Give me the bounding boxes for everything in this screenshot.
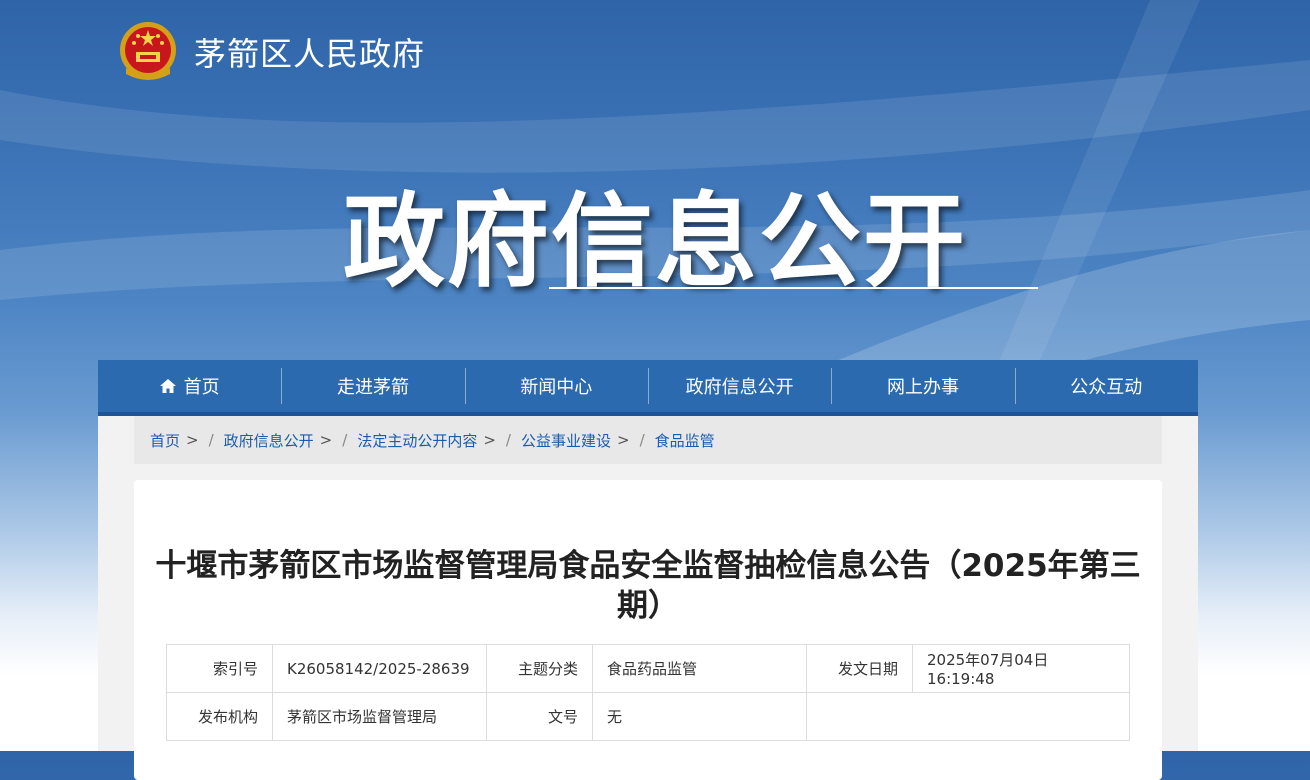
meta-org-value: 茅箭区市场监督管理局 <box>272 692 487 741</box>
meta-org-label: 发布机构 <box>166 692 273 741</box>
nav-item-label: 政府信息公开 <box>685 377 794 398</box>
meta-date-label: 发文日期 <box>806 644 913 693</box>
breadcrumb-home[interactable]: 首页 <box>150 430 180 451</box>
breadcrumb-divider: / <box>208 431 214 449</box>
nav-item-interaction[interactable]: 公众互动 <box>1014 360 1198 412</box>
article-meta-table: 索引号 K26058142/2025-28639 主题分类 食品药品监管 发文日… <box>166 644 1130 741</box>
breadcrumb-separator: > <box>616 431 630 449</box>
nav-item-label: 走进茅箭 <box>336 377 409 398</box>
site-brand[interactable]: 茅箭区人民政府 <box>118 20 425 84</box>
nav-item-gov-info[interactable]: 政府信息公开 <box>647 360 831 412</box>
nav-item-home[interactable]: 首页 <box>98 360 281 412</box>
home-icon <box>159 379 176 393</box>
meta-doc-value: 无 <box>592 692 807 741</box>
nav-item-label: 首页 <box>183 377 220 398</box>
breadcrumb-divider: / <box>505 431 511 449</box>
breadcrumb-gov-info[interactable]: 政府信息公开 <box>224 430 314 451</box>
article-panel: 十堰市茅箭区市场监督管理局食品安全监督抽检信息公告（2025年第三期） 索引号 … <box>134 480 1162 780</box>
breadcrumb-separator: > <box>319 431 333 449</box>
breadcrumb-divider: / <box>342 431 348 449</box>
nav-item-label: 公众互动 <box>1070 377 1143 398</box>
content-area: 首页 > / 政府信息公开 > / 法定主动公开内容 > / 公益事业建设 > … <box>98 416 1198 780</box>
nav-item-label: 新闻中心 <box>520 377 593 398</box>
table-row: 发布机构 茅箭区市场监督管理局 文号 无 <box>166 692 1130 741</box>
meta-index-label: 索引号 <box>166 644 273 693</box>
meta-index-value: K26058142/2025-28639 <box>272 644 487 693</box>
breadcrumb-public-welfare[interactable]: 公益事业建设 <box>521 430 611 451</box>
meta-topic-value: 食品药品监管 <box>592 644 807 693</box>
banner-title: 政府信息公开 <box>343 183 967 302</box>
main-nav: 首页 走进茅箭 新闻中心 政府信息公开 网上办事 公众互动 <box>98 360 1198 416</box>
meta-empty-cell <box>806 692 1130 741</box>
site-name: 茅箭区人民政府 <box>194 35 426 73</box>
breadcrumb-divider: / <box>639 431 645 449</box>
breadcrumb-food-supervision[interactable]: 食品监管 <box>655 430 715 451</box>
meta-date-value: 2025年07月04日 16:19:48 <box>912 644 1130 693</box>
table-row: 索引号 K26058142/2025-28639 主题分类 食品药品监管 发文日… <box>166 644 1130 693</box>
nav-item-label: 网上办事 <box>886 377 959 398</box>
banner-title-underline <box>549 287 1038 289</box>
meta-doc-label: 文号 <box>486 692 593 741</box>
meta-topic-label: 主题分类 <box>486 644 593 693</box>
breadcrumb-statutory-content[interactable]: 法定主动公开内容 <box>357 430 477 451</box>
breadcrumb-separator: > <box>186 431 199 449</box>
nav-item-online-service[interactable]: 网上办事 <box>831 360 1014 412</box>
nav-item-news[interactable]: 新闻中心 <box>464 360 648 412</box>
national-emblem-icon <box>120 22 176 80</box>
breadcrumb: 首页 > / 政府信息公开 > / 法定主动公开内容 > / 公益事业建设 > … <box>134 416 1162 464</box>
breadcrumb-separator: > <box>483 431 496 449</box>
nav-item-about[interactable]: 走进茅箭 <box>281 360 464 412</box>
article-title: 十堰市茅箭区市场监督管理局食品安全监督抽检信息公告（2025年第三期） <box>155 548 1141 624</box>
